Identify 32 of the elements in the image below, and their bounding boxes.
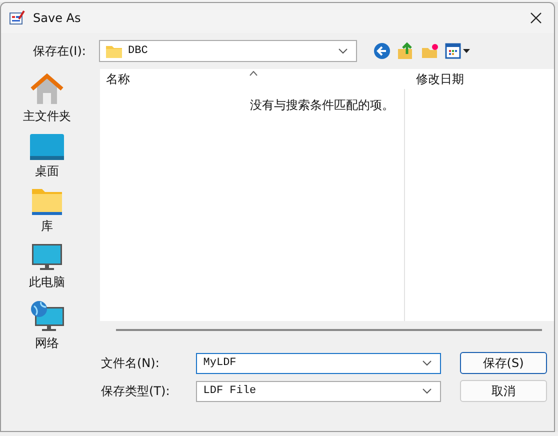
folder-icon: [106, 44, 122, 58]
location-dropdown[interactable]: DBC: [99, 40, 357, 62]
place-label[interactable]: 主文件夹: [23, 108, 71, 125]
chevron-down-icon[interactable]: [338, 48, 348, 54]
file-name-label: 文件名(N):: [101, 354, 160, 372]
new-folder-icon[interactable]: [421, 42, 439, 60]
folder-icon[interactable]: [32, 189, 62, 215]
column-header[interactable]: 修改日期: [406, 70, 464, 88]
close-icon[interactable]: [530, 12, 542, 24]
folder-up-icon[interactable]: [397, 42, 415, 60]
place-label[interactable]: 桌面: [35, 163, 59, 180]
monitor-icon[interactable]: [32, 244, 62, 271]
save-button[interactable]: 保存(S): [460, 352, 547, 374]
window-title: Save As: [33, 11, 82, 25]
back-icon[interactable]: [373, 42, 391, 60]
empty-message: 没有与搜索条件匹配的项。: [250, 97, 394, 114]
location-label: 保存在(I):: [33, 42, 87, 60]
place-label[interactable]: 网络: [35, 335, 59, 352]
globe-monitor-icon[interactable]: [30, 300, 64, 332]
view-menu-icon[interactable]: [445, 43, 471, 59]
file-type-dropdown[interactable]: LDF File: [196, 380, 441, 402]
file-name-field[interactable]: MyLDF: [196, 352, 441, 374]
scrollbar-thumb[interactable]: [116, 328, 542, 330]
cancel-button[interactable]: 取消: [460, 380, 547, 402]
place-label[interactable]: 此电脑: [29, 274, 65, 291]
notepad-icon: [9, 10, 25, 26]
place-label[interactable]: 库: [41, 218, 53, 235]
column-header[interactable]: 名称: [100, 70, 406, 88]
chevron-down-icon[interactable]: [422, 388, 432, 394]
chevron-down-icon[interactable]: [422, 360, 432, 366]
file-type-label: 保存类型(T):: [101, 382, 171, 400]
house-icon[interactable]: [30, 73, 64, 105]
